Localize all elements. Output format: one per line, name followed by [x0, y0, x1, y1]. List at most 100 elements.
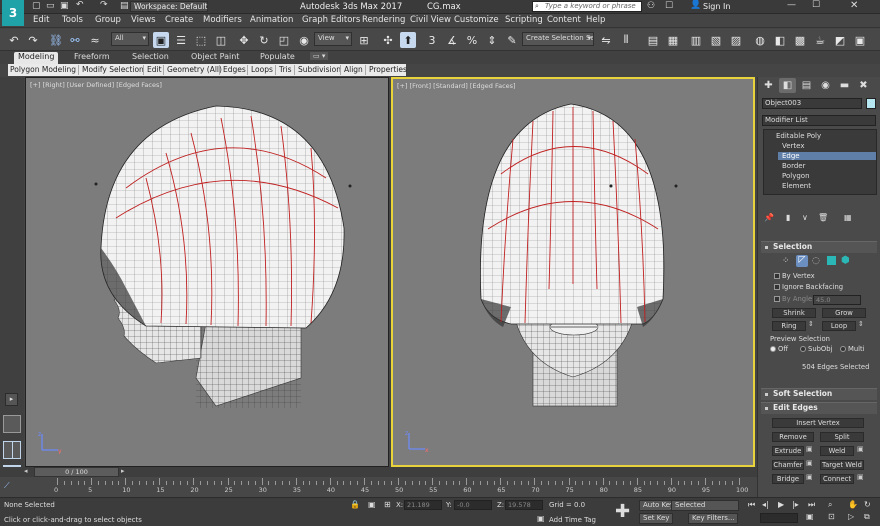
window-crossing-icon[interactable]: ◫ — [213, 32, 229, 48]
render-icon[interactable]: ☕ — [812, 32, 828, 48]
redo-icon[interactable]: ↷ — [100, 0, 108, 10]
select-manipulate-icon[interactable]: ✣ — [380, 32, 396, 48]
menu-customize[interactable]: Customize — [454, 15, 499, 25]
modifier-list-dropdown[interactable]: Modifier List — [762, 115, 876, 126]
ribbon-geometry-all[interactable]: Geometry (All) — [167, 65, 222, 74]
keyboard-shortcut-override-icon[interactable]: ⬆ — [400, 32, 416, 48]
stack-vertex[interactable]: Vertex — [782, 142, 805, 150]
ribbon-subdivision[interactable]: Subdivision — [298, 65, 341, 74]
scale-icon[interactable]: ◰ — [276, 32, 292, 48]
go-to-start-icon[interactable]: ⏮ — [748, 500, 755, 510]
menu-tools[interactable]: Tools — [62, 15, 83, 25]
connect-settings-icon[interactable]: ▣ — [857, 473, 864, 481]
user-icon[interactable]: 👤 — [690, 0, 701, 10]
weld-button[interactable]: Weld — [820, 446, 854, 456]
render-iterative-icon[interactable]: ◩ — [832, 32, 848, 48]
time-slider-prev-icon[interactable]: ◂ — [24, 467, 28, 475]
time-tag-icon[interactable]: ▣ — [537, 514, 545, 523]
bridge-settings-icon[interactable]: ▣ — [806, 473, 813, 481]
selection-rollout-header[interactable]: Selection — [761, 241, 877, 253]
y-coordinate-field[interactable]: -0.0 — [454, 500, 492, 510]
app-logo-icon[interactable]: 3 — [2, 0, 24, 26]
material-editor-icon[interactable]: ◍ — [752, 32, 768, 48]
save-file-icon[interactable]: ▣ — [60, 1, 69, 11]
menu-help[interactable]: Help — [586, 15, 605, 25]
ribbon-align[interactable]: Align — [344, 65, 363, 74]
ribbon-properties[interactable]: Properties — [369, 65, 407, 74]
angle-snap-icon[interactable]: ∡ — [444, 32, 460, 48]
track-bar[interactable]: ⟋ 0 5 10 15 20 25 30 35 40 45 50 55 60 65 70 75 80 85 90 95… — [0, 477, 757, 497]
preview-multi-radio[interactable]: Multi — [840, 345, 865, 353]
element-mode-icon[interactable]: ⬢ — [841, 255, 850, 266]
time-slider-track[interactable]: ◂ 0 / 100 ▸ — [0, 467, 757, 477]
named-selection-dropdown[interactable]: Create Selection Se — [522, 32, 594, 46]
time-config-icon[interactable]: ▣ — [806, 512, 814, 521]
tab-freeform[interactable]: Freeform — [70, 52, 114, 64]
loop-spinner-icon[interactable]: ⇕ — [858, 320, 864, 328]
border-mode-icon[interactable]: ◌ — [812, 256, 820, 266]
stack-editable-poly[interactable]: Editable Poly — [768, 132, 821, 140]
shrink-button[interactable]: Shrink — [772, 308, 816, 318]
weld-settings-icon[interactable]: ▣ — [857, 445, 864, 453]
viewport-right[interactable]: [+] [Right] [User Defined] [Edged Faces] — [25, 77, 389, 467]
key-filters-button[interactable]: Key Filters... — [688, 513, 738, 524]
stack-polygon[interactable]: Polygon — [782, 172, 810, 180]
rendered-frame-icon[interactable]: ▩ — [792, 32, 808, 48]
chamfer-button[interactable]: Chamfer — [772, 460, 804, 470]
viewport-layout-tab-icon[interactable]: ▸ — [5, 393, 18, 406]
chamfer-settings-icon[interactable]: ▣ — [806, 459, 813, 467]
go-to-end-icon[interactable]: ⏭ — [808, 500, 815, 510]
rotate-icon[interactable]: ↻ — [256, 32, 272, 48]
preview-off-radio[interactable]: Off — [770, 345, 788, 353]
tab-populate[interactable]: Populate — [256, 52, 299, 64]
mini-curve-editor-icon[interactable]: ⟋ — [4, 481, 10, 491]
selection-filter-dropdown[interactable]: All — [111, 32, 149, 46]
z-coordinate-field[interactable]: 19.578 — [505, 500, 543, 510]
modify-tab-icon[interactable]: ◧ — [779, 78, 796, 93]
prev-frame-icon[interactable]: ◂| — [762, 500, 769, 509]
snaps-toggle-icon[interactable]: 3 — [424, 32, 440, 48]
spinner-snap-icon[interactable]: ⇕ — [484, 32, 500, 48]
scene-explorer-icon[interactable]: ▤ — [645, 32, 661, 48]
show-end-result-icon[interactable]: ▮ — [786, 213, 790, 222]
polygon-mode-icon[interactable] — [827, 256, 836, 265]
soft-selection-rollout-header[interactable]: Soft Selection — [761, 388, 877, 400]
play-icon[interactable]: ▶ — [778, 500, 784, 509]
edit-named-selection-icon[interactable]: ✎ — [504, 32, 520, 48]
ring-button[interactable]: Ring — [772, 321, 806, 331]
grow-button[interactable]: Grow — [822, 308, 866, 318]
ribbon-modify-selection[interactable]: Modify Selection — [82, 65, 144, 74]
tab-selection[interactable]: Selection — [128, 52, 173, 64]
new-file-icon[interactable]: ▢ — [32, 1, 41, 11]
utilities-tab-icon[interactable]: ✖ — [855, 78, 872, 93]
menu-modifiers[interactable]: Modifiers — [203, 15, 242, 25]
display-tab-icon[interactable]: ▬ — [836, 78, 853, 93]
subscription-icon[interactable]: ☐ — [665, 1, 673, 11]
layer-explorer-icon[interactable]: ▦ — [665, 32, 681, 48]
insert-vertex-button[interactable]: Insert Vertex — [772, 418, 864, 428]
ribbon-polygon-modeling[interactable]: Polygon Modeling — [10, 65, 76, 74]
extrude-button[interactable]: Extrude — [772, 446, 804, 456]
ribbon-edges[interactable]: Edges — [223, 65, 246, 74]
add-key-icon[interactable]: ✚ — [615, 501, 630, 522]
by-vertex-checkbox[interactable]: By Vertex — [774, 272, 815, 280]
menu-rendering[interactable]: Rendering — [362, 15, 405, 25]
vertex-mode-icon[interactable]: ⁘ — [782, 256, 790, 266]
menu-scripting[interactable]: Scripting — [505, 15, 543, 25]
percent-snap-icon[interactable]: % — [464, 32, 480, 48]
zoom-extents-icon[interactable]: ⊡ — [828, 512, 835, 521]
viewport-front[interactable]: [+] [Front] [Standard] [Edged Faces] z x — [391, 77, 755, 467]
unlink-icon[interactable]: ⚯ — [67, 32, 83, 48]
redo-icon[interactable]: ↷ — [25, 32, 41, 48]
zoom-icon[interactable]: ⌕ — [828, 500, 832, 510]
by-angle-checkbox[interactable]: By Angle: — [774, 295, 814, 303]
move-icon[interactable]: ✥ — [236, 32, 252, 48]
open-file-icon[interactable]: ▭ — [46, 1, 55, 11]
target-weld-button[interactable]: Target Weld — [820, 460, 864, 470]
current-frame-field[interactable] — [760, 513, 798, 523]
search-input[interactable]: ⌕ Type a keyword or phrase — [532, 1, 642, 12]
ignore-backfacing-checkbox[interactable]: Ignore Backfacing — [774, 283, 843, 291]
ribbon-loops[interactable]: Loops — [251, 65, 273, 74]
bind-spacewarp-icon[interactable]: ≈ — [87, 32, 103, 48]
hierarchy-tab-icon[interactable]: ▤ — [798, 78, 815, 93]
